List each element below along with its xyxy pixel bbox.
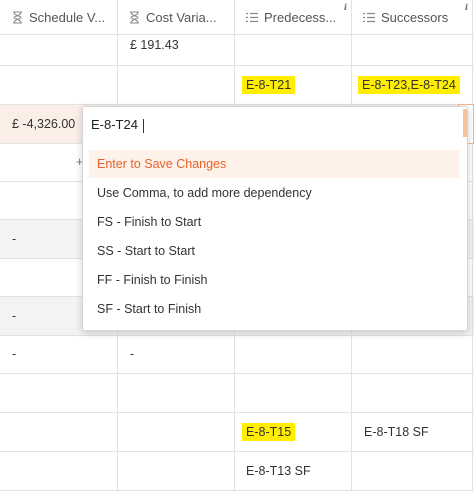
schedule-variance-cell[interactable]: £ -4,326.00 [12, 104, 75, 143]
schedule-variance-cell[interactable]: - [12, 219, 16, 258]
dependency-editor-popup: E-8-T24 Enter to Save Changes Use Comma,… [82, 106, 468, 331]
hourglass-icon [127, 10, 141, 24]
option-start-to-start[interactable]: SS - Start to Start [89, 237, 459, 265]
option-finish-to-finish[interactable]: FF - Finish to Finish [89, 266, 459, 294]
predecessor-value: E-8-T21 [242, 75, 296, 94]
info-icon[interactable]: i [344, 2, 347, 12]
schedule-variance-cell[interactable]: - [12, 335, 16, 373]
option-finish-to-start[interactable]: FS - Finish to Start [89, 208, 459, 236]
successor-value: E-8-T23,E-8-T24 [358, 75, 460, 94]
list-icon [362, 10, 376, 24]
dependency-input[interactable]: E-8-T24 [91, 117, 144, 133]
grid-line [0, 373, 474, 374]
list-icon [245, 10, 259, 24]
grid-line [0, 34, 474, 35]
scrollbar-thumb[interactable] [463, 109, 467, 137]
cost-variance-cell[interactable]: - [130, 335, 134, 373]
comma-hint: Use Comma, to add more dependency [97, 186, 312, 200]
grid-line [0, 335, 474, 336]
grid-line [0, 451, 474, 452]
schedule-variance-cell[interactable]: - [12, 296, 16, 335]
predecessor-cell[interactable]: E-8-T15 [242, 412, 296, 451]
successor-cell[interactable]: E-8-T18 SF [364, 412, 429, 451]
info-icon[interactable]: i [465, 2, 468, 12]
predecessor-value: E-8-T15 [242, 422, 296, 441]
successor-cell[interactable]: E-8-T23,E-8-T24 [358, 65, 460, 104]
column-header-cost-variance[interactable]: Cost Varia... [127, 0, 232, 34]
column-header-successors[interactable]: Successors [362, 0, 470, 34]
predecessor-cell[interactable]: E-8-T13 SF [246, 451, 311, 490]
predecessor-cell[interactable]: E-8-T21 [242, 65, 296, 104]
hourglass-icon [10, 10, 24, 24]
column-header-predecessors[interactable]: Predecess... [245, 0, 348, 34]
cost-variance-cell[interactable]: £ 191.43 [130, 34, 179, 56]
text-caret [142, 118, 144, 133]
grid-line [472, 0, 473, 491]
option-start-to-finish[interactable]: SF - Start to Finish [89, 295, 459, 323]
column-header-schedule-variance[interactable]: Schedule V... [10, 0, 115, 34]
save-changes-hint[interactable]: Enter to Save Changes [89, 150, 459, 178]
